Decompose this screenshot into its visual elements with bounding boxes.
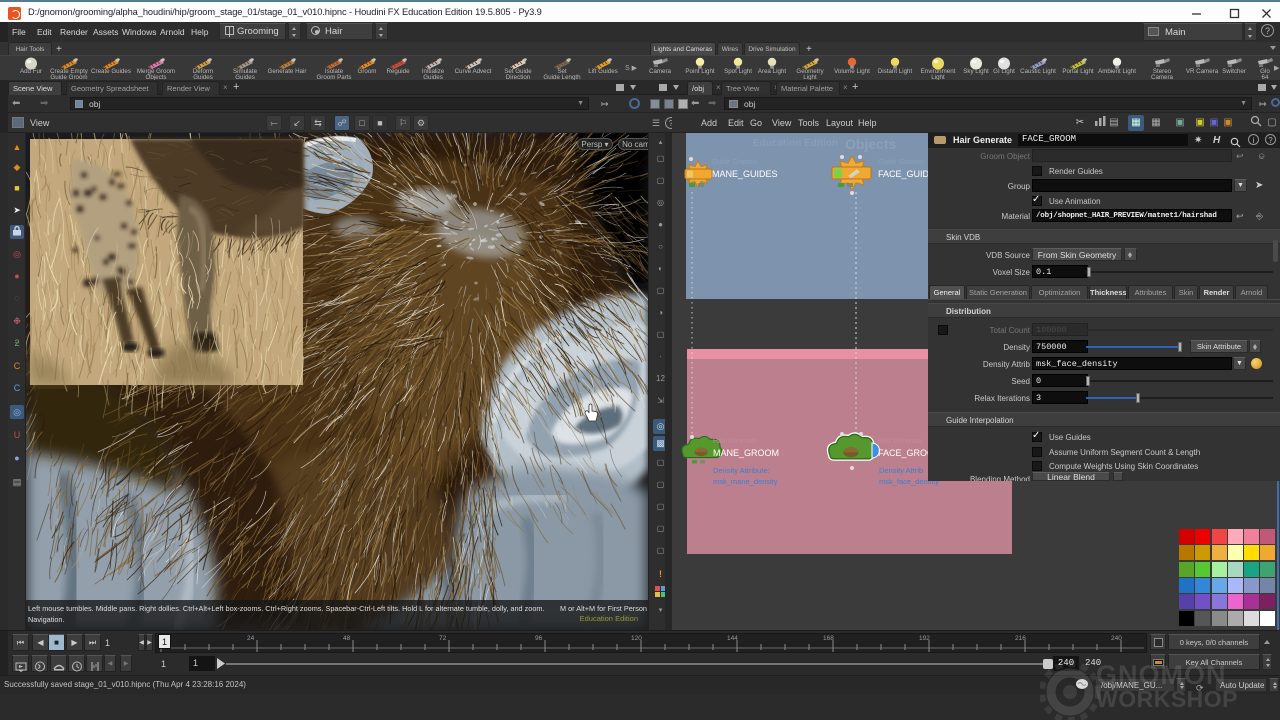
svg-text:WORKSHOP: WORKSHOP	[1096, 686, 1238, 712]
